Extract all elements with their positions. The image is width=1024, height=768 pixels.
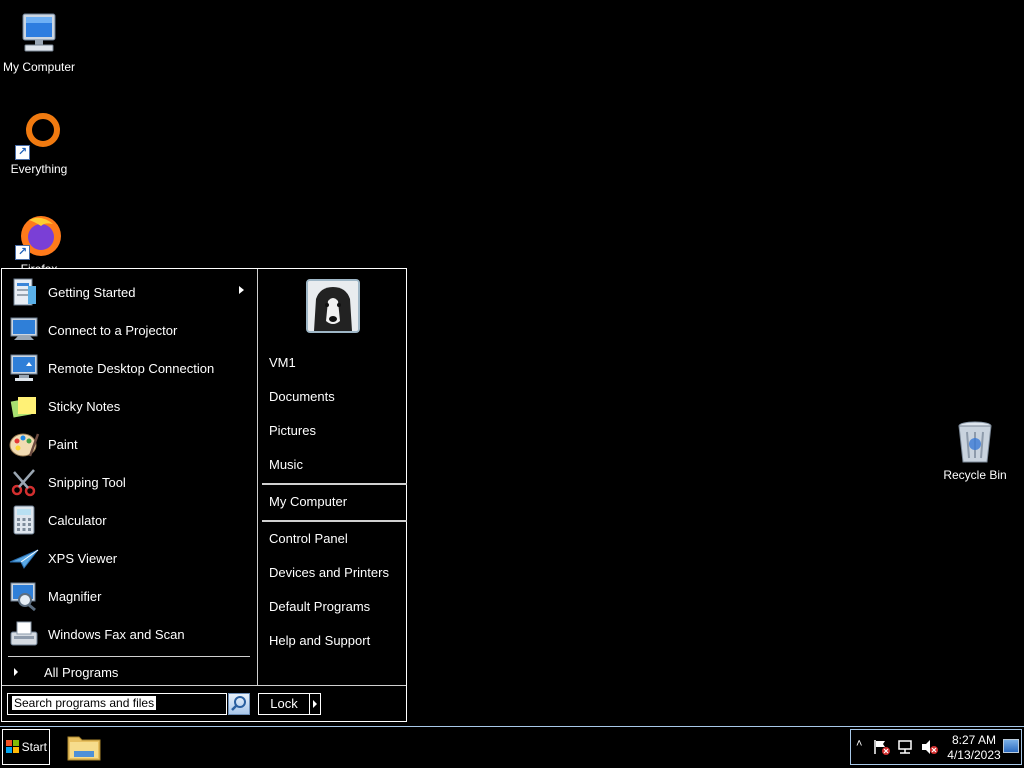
recycle-bin-icon (951, 418, 999, 466)
start-menu-places-pane: VM1 Documents Pictures Music My Computer… (257, 269, 407, 685)
start-menu-programs-pane: Getting Started Connect to a Projector R… (2, 269, 255, 685)
everything-icon: ↗ (15, 112, 63, 160)
search-input[interactable]: Search programs and files (7, 693, 227, 715)
calculator-icon (8, 504, 40, 536)
remote-desktop-icon (8, 352, 40, 384)
places-item-devices-printers[interactable]: Devices and Printers (269, 565, 389, 580)
xps-viewer-icon (8, 542, 40, 574)
menu-item-calculator[interactable]: Calculator (8, 502, 250, 538)
taskbar: Start ˄ 8:27 AM 4/13/2023 (0, 726, 1024, 768)
places-item-default-programs[interactable]: Default Programs (269, 599, 370, 614)
menu-item-label: Calculator (48, 512, 107, 528)
menu-item-label: Snipping Tool (48, 474, 126, 490)
menu-item-sticky-notes[interactable]: Sticky Notes (8, 388, 250, 424)
getting-started-icon (8, 276, 40, 308)
search-button[interactable] (228, 693, 250, 715)
system-tray: ˄ 8:27 AM 4/13/2023 (850, 729, 1022, 765)
separator (262, 520, 407, 522)
menu-item-magnifier[interactable]: Magnifier (8, 578, 250, 614)
clock-date: 4/13/2023 (947, 748, 1001, 762)
start-menu-bottom-bar: Search programs and files Lock (2, 685, 406, 722)
network-icon[interactable] (897, 739, 915, 755)
folder-icon (67, 736, 101, 761)
separator (262, 483, 407, 485)
start-label: Start (21, 740, 47, 754)
shortcut-arrow-icon: ↗ (15, 145, 30, 160)
search-placeholder: Search programs and files (12, 696, 157, 710)
places-item-my-computer[interactable]: My Computer (269, 494, 347, 509)
shortcut-arrow-icon: ↗ (15, 245, 30, 260)
lock-button[interactable]: Lock (258, 693, 310, 715)
menu-item-label: Windows Fax and Scan (48, 626, 185, 642)
menu-item-label: XPS Viewer (48, 550, 118, 566)
all-programs-label: All Programs (44, 664, 119, 680)
desktop-icon-recycle-bin[interactable]: Recycle Bin (936, 418, 1014, 482)
menu-item-label: Sticky Notes (48, 398, 121, 414)
computer-icon (15, 10, 63, 58)
snipping-tool-icon (8, 466, 40, 498)
firefox-icon: ↗ (15, 212, 63, 260)
magnifier-icon (8, 580, 40, 612)
desktop-icon-label: My Computer (2, 60, 76, 74)
projector-icon (8, 314, 40, 346)
menu-item-remote-desktop[interactable]: Remote Desktop Connection (8, 350, 250, 386)
windows-logo-icon (5, 740, 19, 753)
places-item-user[interactable]: VM1 (269, 355, 296, 370)
places-item-pictures[interactable]: Pictures (269, 423, 316, 438)
start-button[interactable]: Start (2, 729, 50, 765)
shutdown-options-arrow[interactable] (309, 693, 321, 715)
desktop-icon-label: Recycle Bin (943, 468, 1007, 482)
desktop-icon-everything[interactable]: ↗ Everything (0, 112, 78, 176)
desktop-icon-label: Everything (10, 162, 68, 176)
menu-item-label: Remote Desktop Connection (48, 360, 215, 376)
menu-item-getting-started[interactable]: Getting Started (8, 274, 250, 310)
action-center-flag-icon[interactable] (873, 739, 891, 755)
menu-item-snipping-tool[interactable]: Snipping Tool (8, 464, 250, 500)
menu-item-paint[interactable]: Paint (8, 426, 250, 462)
menu-item-label: Getting Started (48, 284, 136, 300)
menu-item-label: Connect to a Projector (48, 322, 178, 338)
places-item-control-panel[interactable]: Control Panel (269, 531, 348, 546)
paint-icon (8, 428, 40, 460)
menu-item-fax-scan[interactable]: Windows Fax and Scan (8, 616, 250, 652)
places-item-music[interactable]: Music (269, 457, 303, 472)
clock[interactable]: 8:27 AM 4/13/2023 (943, 733, 1005, 763)
menu-item-label: Magnifier (48, 588, 102, 604)
show-desktop-button[interactable] (1003, 739, 1019, 753)
search-icon (231, 696, 246, 711)
menu-item-connect-projector[interactable]: Connect to a Projector (8, 312, 250, 348)
all-programs-button[interactable]: All Programs (8, 661, 250, 683)
user-avatar[interactable] (306, 279, 360, 333)
desktop-icon-firefox[interactable]: ↗ Firefox (0, 212, 78, 276)
show-hidden-icons-button[interactable]: ˄ (856, 738, 862, 750)
sticky-notes-icon (8, 390, 40, 422)
expand-arrow-icon (14, 668, 18, 676)
start-menu: Getting Started Connect to a Projector R… (1, 268, 407, 722)
menu-item-xps-viewer[interactable]: XPS Viewer (8, 540, 250, 576)
separator (8, 656, 250, 657)
submenu-arrow-icon (239, 286, 244, 294)
desktop-icon-my-computer[interactable]: My Computer (0, 10, 78, 74)
clock-time: 8:27 AM (951, 733, 997, 747)
places-item-documents[interactable]: Documents (269, 389, 335, 404)
menu-item-label: Paint (48, 436, 78, 452)
places-item-help-support[interactable]: Help and Support (269, 633, 370, 648)
volume-muted-icon[interactable] (921, 739, 939, 755)
taskbar-explorer-button[interactable] (66, 731, 102, 763)
fax-scan-icon (8, 618, 40, 650)
